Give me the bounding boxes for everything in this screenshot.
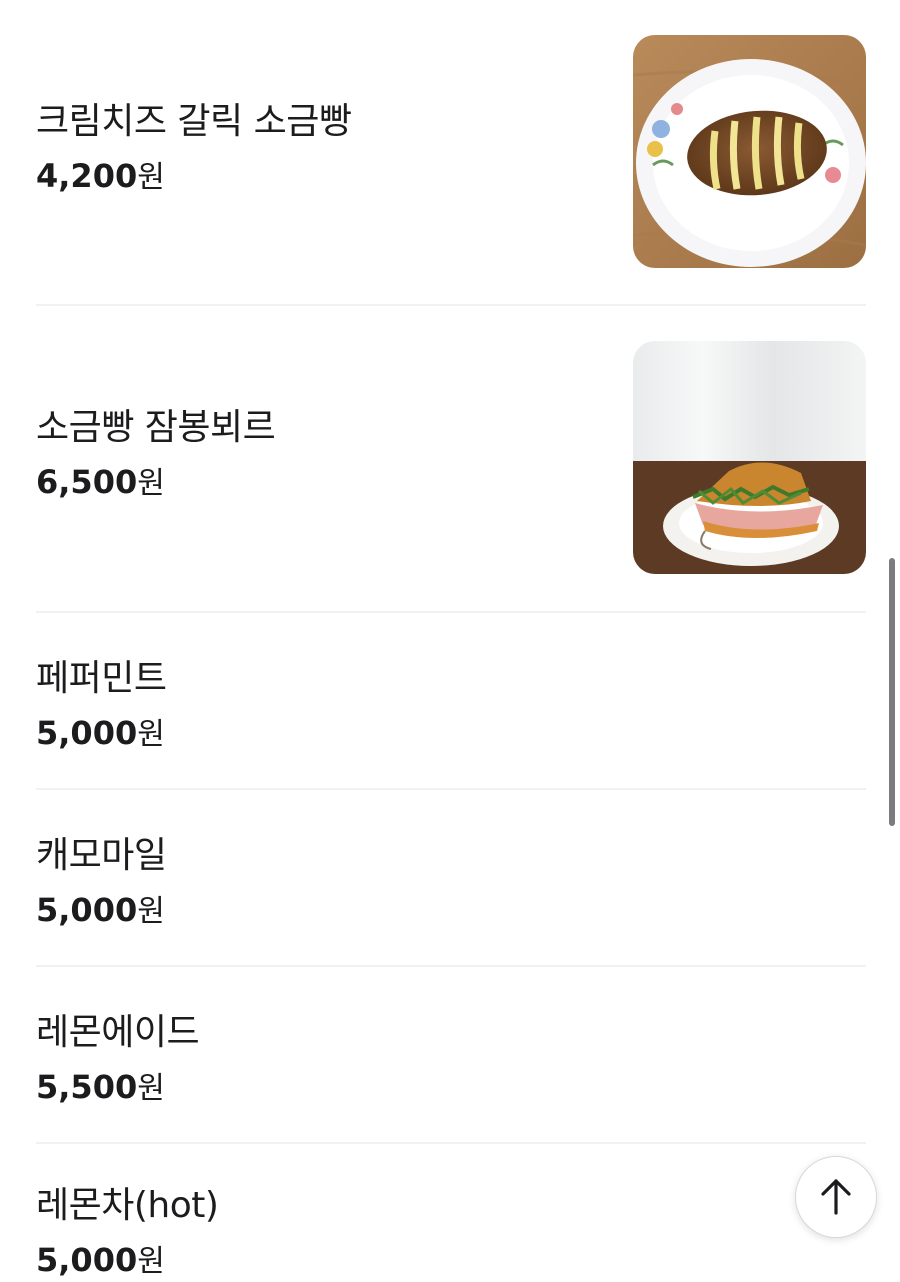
price-value: 5,000 [36, 891, 138, 929]
menu-item[interactable]: 레몬차(hot) 5,000원 [36, 1144, 866, 1279]
menu-item-price: 6,500원 [36, 462, 275, 504]
jambon-sandwich-photo[interactable] [633, 341, 866, 574]
menu-item-name: 레몬차(hot) [36, 1185, 219, 1226]
vertical-scrollbar[interactable] [889, 558, 895, 826]
menu-item-price: 5,000원 [36, 890, 166, 932]
price-value: 5,500 [36, 1068, 138, 1106]
menu-item-price: 5,500원 [36, 1067, 199, 1109]
price-value: 5,000 [36, 1241, 138, 1279]
scroll-to-top-button[interactable] [795, 1156, 877, 1238]
arrow-up-icon [821, 1179, 851, 1215]
price-value: 6,500 [36, 463, 138, 501]
menu-item-price: 4,200원 [36, 156, 351, 198]
menu-item-text: 소금빵 잠봉뵈르 6,500원 [36, 406, 276, 504]
menu-item-name: 소금빵 잠봉뵈르 [36, 407, 276, 448]
menu-item-price: 5,000원 [36, 1240, 218, 1282]
menu-item[interactable]: 크림치즈 갈릭 소금빵 4,200원 [36, 0, 866, 306]
garlic-bread-photo[interactable] [633, 35, 866, 268]
menu-item-text: 페퍼민트 5,000원 [36, 657, 167, 755]
price-currency: 원 [137, 717, 165, 752]
menu-item-text: 캐모마일 5,000원 [36, 834, 167, 932]
menu-item-text: 레몬에이드 5,500원 [36, 1011, 200, 1109]
price-currency: 원 [137, 160, 165, 195]
price-currency: 원 [137, 1071, 165, 1106]
price-currency: 원 [137, 466, 165, 501]
menu-item[interactable]: 레몬에이드 5,500원 [36, 967, 866, 1144]
menu-item-name: 페퍼민트 [36, 658, 167, 699]
price-value: 5,000 [36, 714, 138, 752]
menu-item[interactable]: 페퍼민트 5,000원 [36, 613, 866, 790]
menu-item-price: 5,000원 [36, 713, 166, 755]
menu-list: 크림치즈 갈릭 소금빵 4,200원 소금빵 잠봉뵈르 6,500원 페퍼민트 … [36, 0, 866, 1279]
menu-item[interactable]: 캐모마일 5,000원 [36, 790, 866, 967]
price-currency: 원 [137, 1244, 165, 1279]
menu-item-name: 레몬에이드 [36, 1012, 200, 1053]
price-value: 4,200 [36, 157, 138, 195]
menu-item-text: 크림치즈 갈릭 소금빵 4,200원 [36, 100, 352, 198]
jambon-sandwich-image [633, 341, 866, 574]
menu-item[interactable]: 소금빵 잠봉뵈르 6,500원 [36, 306, 866, 613]
menu-item-text: 레몬차(hot) 5,000원 [36, 1184, 219, 1282]
menu-item-name: 크림치즈 갈릭 소금빵 [36, 101, 352, 142]
menu-item-name: 캐모마일 [36, 835, 167, 876]
garlic-bread-image [633, 35, 866, 268]
price-currency: 원 [137, 894, 165, 929]
